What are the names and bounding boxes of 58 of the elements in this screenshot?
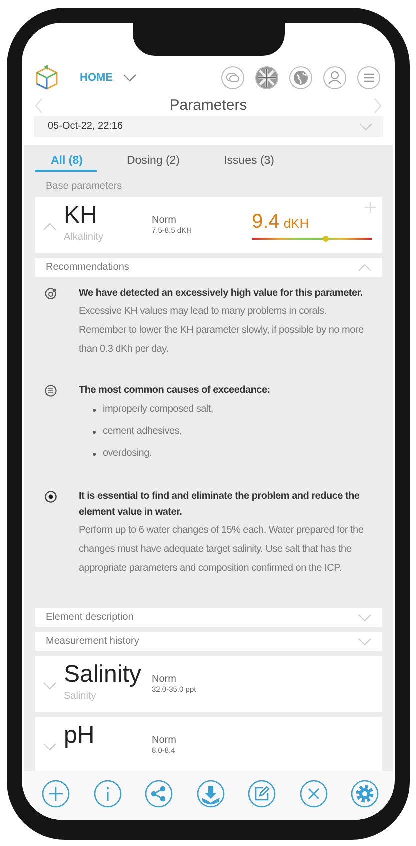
- chevron-down-icon[interactable]: [43, 743, 57, 751]
- panel-header[interactable]: Element description: [35, 608, 382, 627]
- norm-label: Norm: [152, 735, 178, 746]
- logo-icon[interactable]: [34, 65, 60, 91]
- list-item: cement adhesives,: [103, 425, 182, 439]
- bullet-target-icon: [45, 491, 57, 503]
- section-label: Base parameters: [45, 180, 124, 194]
- bullet-icon: [93, 430, 96, 434]
- norm-label: Norm: [152, 215, 178, 226]
- parameter-value: 9.4: [252, 211, 280, 233]
- chevron-down-icon[interactable]: [43, 682, 57, 690]
- list-icon: [45, 385, 57, 397]
- chevron-up-icon[interactable]: [358, 264, 372, 272]
- tab[interactable]: Dosing (2): [110, 153, 194, 172]
- user-icon[interactable]: [323, 66, 347, 90]
- page-title: Parameters: [170, 97, 248, 114]
- parameter-symbol: pH: [64, 721, 96, 751]
- home-menu[interactable]: HOME: [80, 72, 113, 84]
- panel-title: Element description: [46, 612, 134, 623]
- list-item: overdosing.: [103, 447, 152, 461]
- recommendation-text: Perform up to 6 water changes of 15% each. Water prepared for the changes must have adequate target salinity. Use salt that has the appropriate parameters and composition confirmed on the ICP.: [79, 524, 365, 576]
- panel-header[interactable]: Measurement history: [35, 632, 382, 651]
- date-dropdown[interactable]: 05-Oct-22, 22:16: [34, 116, 383, 137]
- chevron-down-icon[interactable]: [359, 122, 373, 130]
- recommendation-text: Excessive KH values may lead to many problems in corals. Remember to lower the KH parameter slowly, if possible by no more than 0.3 dKh per day.: [79, 305, 365, 357]
- chevron-up-icon[interactable]: [43, 223, 57, 231]
- menu-icon[interactable]: [357, 66, 381, 90]
- globe-icon[interactable]: [289, 66, 313, 90]
- parameter-symbol: KH: [64, 201, 98, 231]
- chat-icon[interactable]: [221, 66, 245, 90]
- dropdown-icon[interactable]: [123, 74, 137, 82]
- parameter-name: Alkalinity: [64, 231, 104, 245]
- recommendation-heading: We have detected an excessively high value for this parameter.: [79, 287, 364, 301]
- flag-icon[interactable]: [255, 66, 279, 90]
- info-icon[interactable]: [94, 780, 122, 808]
- close-icon[interactable]: [300, 780, 328, 808]
- recommendation-heading: It is essential to find and eliminate the problem and reduce the element value in water.: [79, 490, 361, 520]
- bullet-icon: [93, 408, 96, 412]
- parameter-symbol: Salinity: [64, 660, 142, 690]
- target-icon: [45, 288, 57, 300]
- bullet-icon: [93, 452, 96, 456]
- parameter-name: Salinity: [64, 690, 98, 704]
- norm-label: Norm: [152, 674, 178, 685]
- tab[interactable]: All (8): [35, 153, 97, 172]
- share-icon[interactable]: [145, 780, 173, 808]
- settings-icon[interactable]: [351, 780, 379, 808]
- chevron-down-icon[interactable]: [358, 614, 372, 622]
- list-item: improperly composed salt,: [103, 403, 214, 417]
- value-unit: dKH: [284, 216, 310, 231]
- recommendation-heading: The most common causes of exceedance:: [79, 384, 272, 398]
- panel-title: Measurement history: [46, 636, 140, 647]
- tab[interactable]: Issues (3): [208, 153, 289, 172]
- panel-header[interactable]: Recommendations: [35, 258, 382, 277]
- add-icon[interactable]: [42, 780, 70, 808]
- edit-icon[interactable]: [248, 780, 276, 808]
- download-icon[interactable]: [196, 780, 224, 808]
- panel-title: Recommendations: [46, 262, 130, 273]
- chevron-down-icon[interactable]: [358, 638, 372, 646]
